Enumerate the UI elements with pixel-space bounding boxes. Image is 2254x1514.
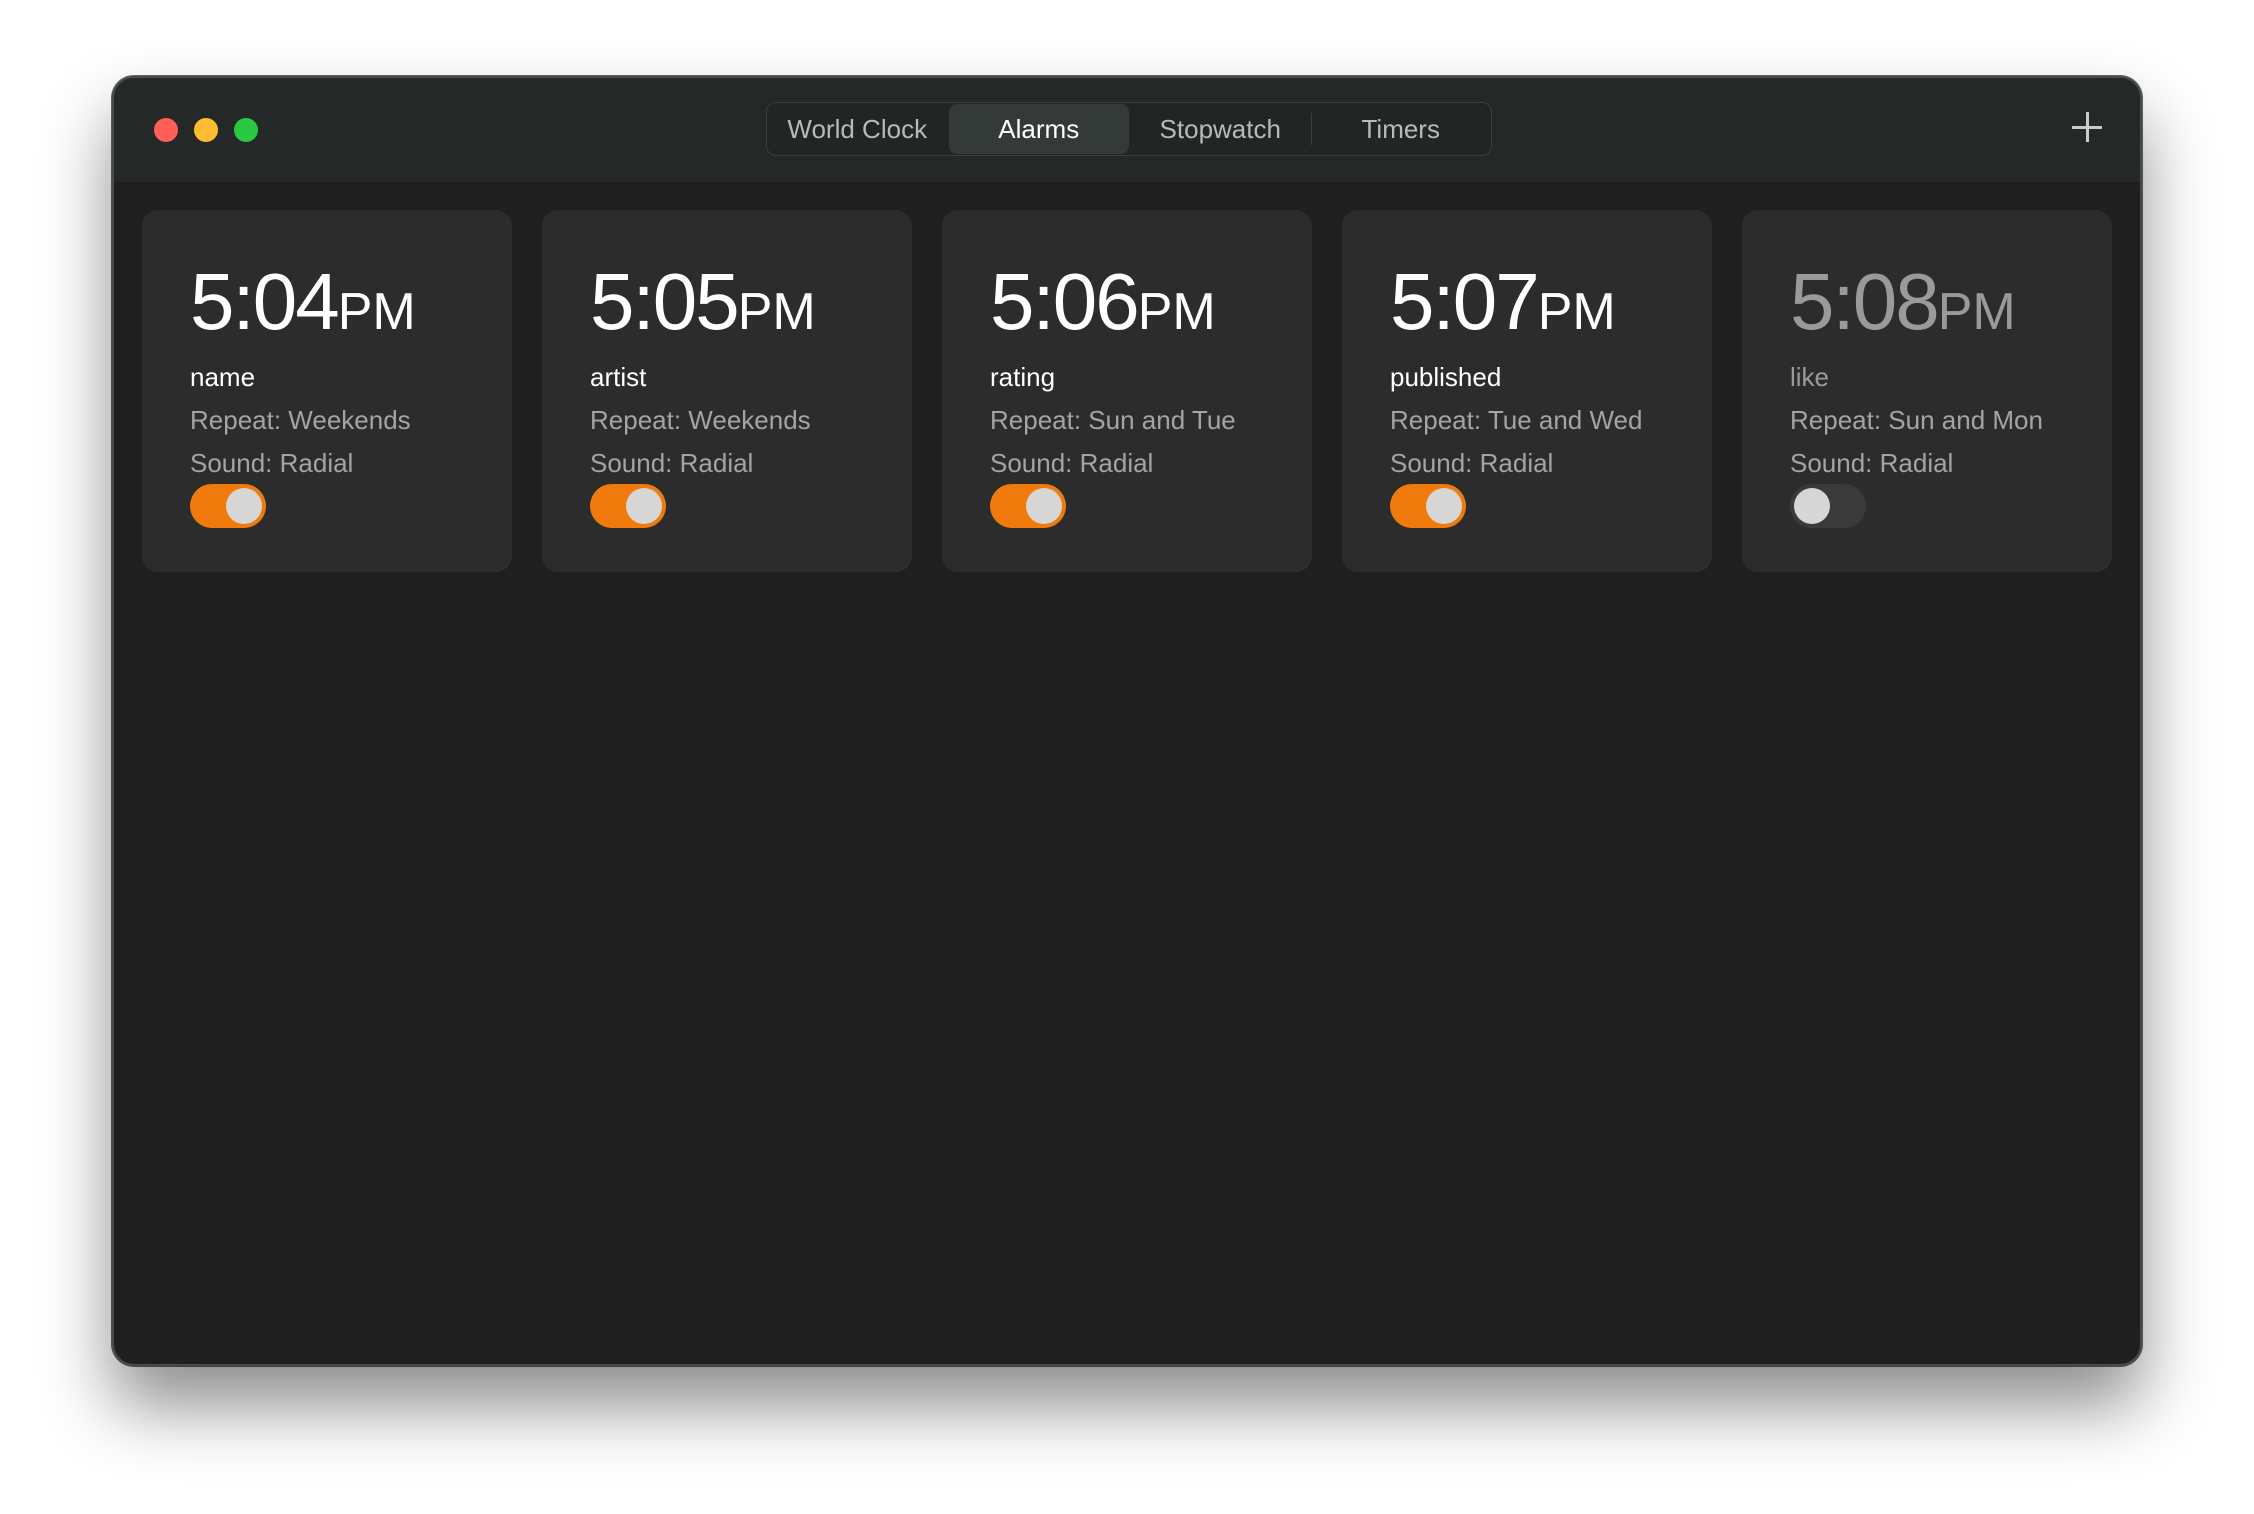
alarm-toggle[interactable] — [190, 484, 266, 528]
alarm-time-value: 5:05 — [590, 257, 740, 346]
alarm-repeat: Repeat: Tue and Wed — [1390, 405, 1643, 435]
alarm-toggle[interactable] — [990, 484, 1066, 528]
tab-timers[interactable]: Timers — [1310, 103, 1492, 155]
alarm-repeat: Repeat: Sun and Mon — [1790, 405, 2043, 435]
alarm-card[interactable]: 5:05PM artist Repeat: Weekends Sound: Ra… — [542, 210, 912, 572]
alarm-ampm: PM — [1537, 283, 1616, 341]
alarm-ampm: PM — [337, 283, 416, 341]
alarm-label: rating — [990, 362, 1056, 392]
toggle-knob — [1794, 488, 1830, 524]
alarm-card[interactable]: 5:06PM rating Repeat: Sun and Tue Sound:… — [942, 210, 1312, 572]
alarm-repeat: Repeat: Weekends — [590, 405, 811, 435]
close-window-button[interactable] — [154, 118, 178, 142]
alarm-time-value: 5:08 — [1790, 257, 1940, 346]
alarm-list: 5:04PM name Repeat: Weekends Sound: Radi… — [142, 210, 2112, 572]
alarm-label: like — [1790, 362, 1830, 392]
tab-stopwatch[interactable]: Stopwatch — [1130, 103, 1311, 155]
alarm-sound: Sound: Radial — [1390, 448, 1554, 478]
alarm-time-value: 5:07 — [1390, 257, 1540, 346]
alarm-toggle[interactable] — [590, 484, 666, 528]
alarm-sound: Sound: Radial — [590, 448, 754, 478]
alarm-label: name — [190, 362, 256, 392]
tab-alarms[interactable]: Alarms — [948, 104, 1129, 154]
alarm-card[interactable]: 5:04PM name Repeat: Weekends Sound: Radi… — [142, 210, 512, 572]
alarm-time: 5:04PM — [190, 262, 512, 352]
alarm-card[interactable]: 5:08PM like Repeat: Sun and Mon Sound: R… — [1742, 210, 2112, 572]
alarm-ampm: PM — [1137, 283, 1216, 341]
tab-world-clock[interactable]: World Clock — [767, 103, 948, 155]
alarm-label: published — [1390, 362, 1502, 392]
alarm-sound: Sound: Radial — [190, 448, 354, 478]
toggle-knob — [1426, 488, 1462, 524]
alarm-time: 5:06PM — [990, 262, 1312, 352]
clock-app-window: World Clock Alarms Stopwatch Timers 5:04… — [112, 76, 2142, 1366]
toggle-knob — [226, 488, 262, 524]
alarm-repeat: Repeat: Sun and Tue — [990, 405, 1236, 435]
title-bar: World Clock Alarms Stopwatch Timers — [114, 78, 2140, 182]
alarm-time-value: 5:04 — [190, 257, 340, 346]
add-alarm-button[interactable] — [2070, 110, 2104, 144]
alarm-label: artist — [590, 362, 647, 392]
alarm-sound: Sound: Radial — [1790, 448, 1954, 478]
tab-bar: World Clock Alarms Stopwatch Timers — [766, 102, 1492, 156]
minimize-window-button[interactable] — [194, 118, 218, 142]
alarm-time: 5:07PM — [1390, 262, 1712, 352]
toggle-knob — [626, 488, 662, 524]
toggle-knob — [1026, 488, 1062, 524]
alarm-toggle[interactable] — [1790, 484, 1866, 528]
alarm-card[interactable]: 5:07PM published Repeat: Tue and Wed Sou… — [1342, 210, 1712, 572]
maximize-window-button[interactable] — [234, 118, 258, 142]
alarm-ampm: PM — [737, 283, 816, 341]
alarm-repeat: Repeat: Weekends — [190, 405, 411, 435]
alarm-time-value: 5:06 — [990, 257, 1140, 346]
alarm-time: 5:08PM — [1790, 262, 2112, 352]
alarm-toggle[interactable] — [1390, 484, 1466, 528]
alarm-ampm: PM — [1937, 283, 2016, 341]
alarm-sound: Sound: Radial — [990, 448, 1154, 478]
alarm-time: 5:05PM — [590, 262, 912, 352]
